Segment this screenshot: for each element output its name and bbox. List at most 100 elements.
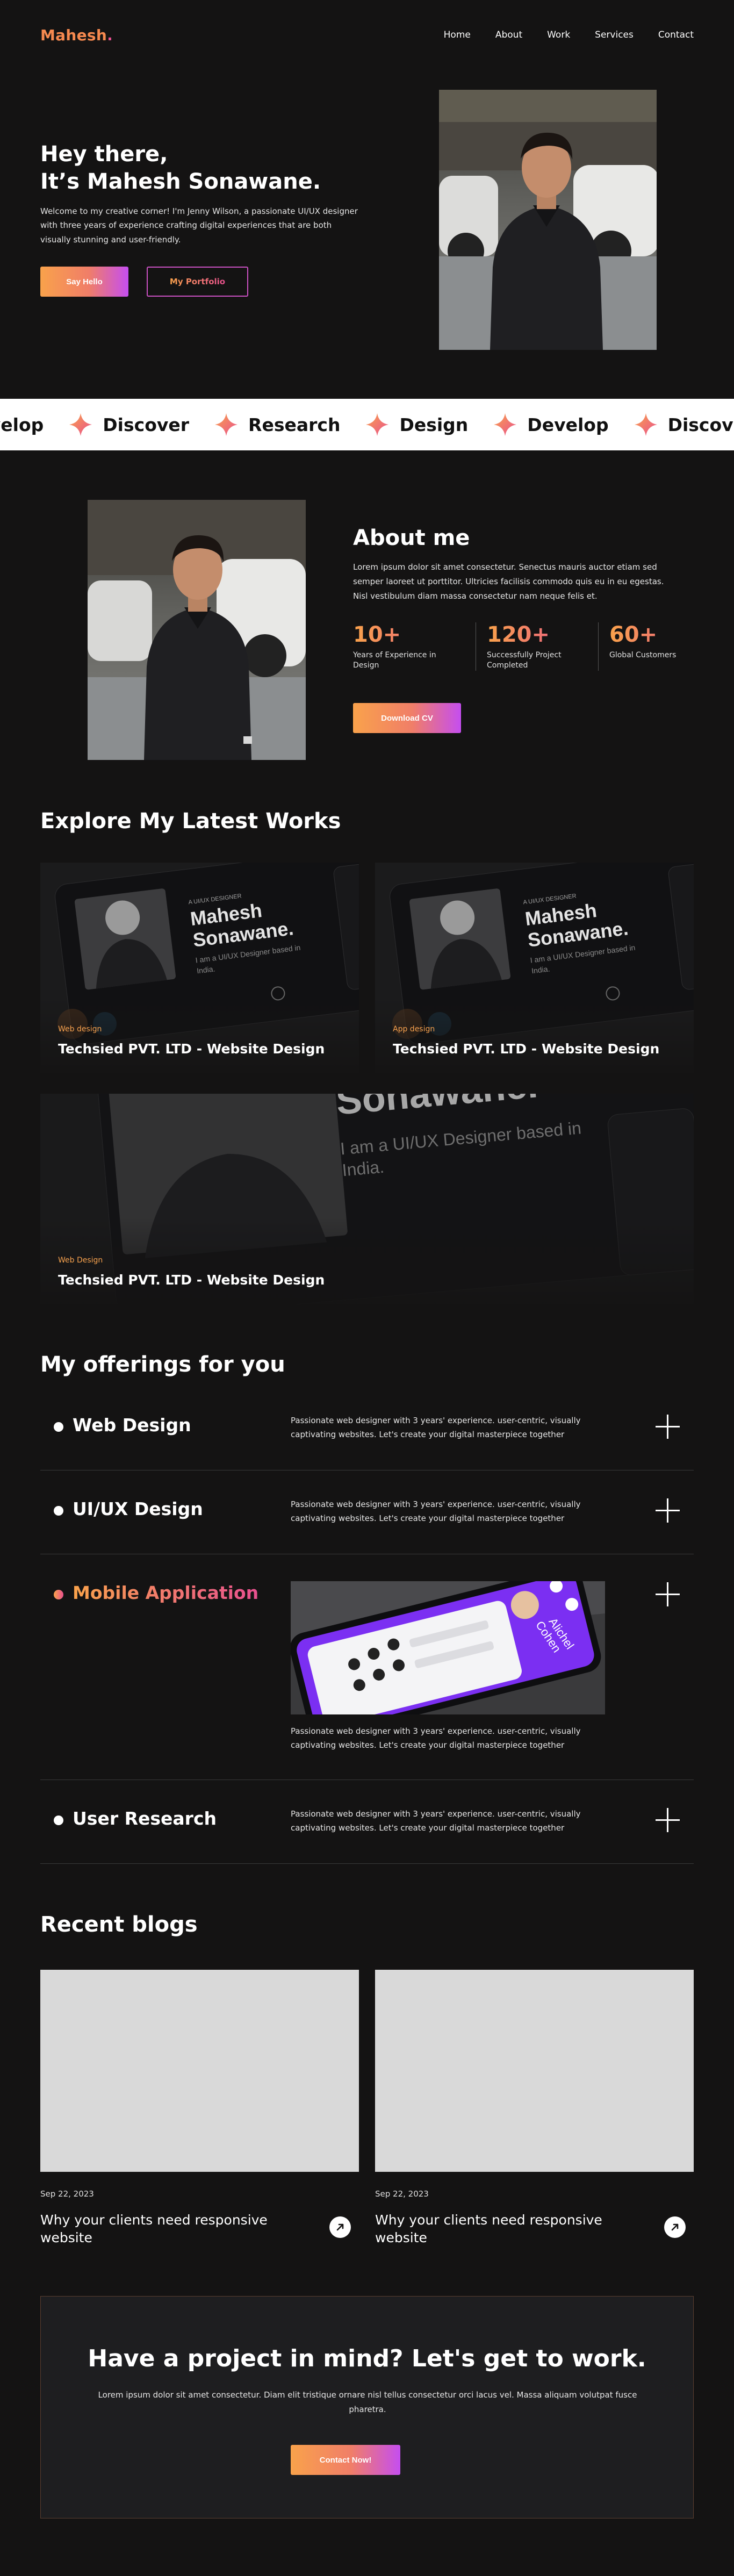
skills-marquee: Develop Discover Research Design Develop… (0, 399, 734, 450)
offering-row-mobile-application[interactable]: Mobile Application Alichel Cohen Passion… (40, 1554, 694, 1780)
arrow-up-right-glyph (336, 2223, 344, 2231)
work-tag: Web Design (58, 1256, 103, 1265)
arrow-up-right-icon[interactable] (329, 2216, 351, 2238)
logo-dot: . (107, 26, 113, 44)
offering-description: Passionate web designer with 3 years' ex… (291, 1499, 581, 1524)
phone-mockup: Alichel Cohen (291, 1581, 605, 1714)
work-title: Techsied PVT. LTD - Website Design (58, 1041, 325, 1057)
cta-heading: Have a project in mind? Let's get to wor… (88, 2345, 646, 2372)
stat-value: 60+ (609, 622, 710, 647)
stat-label: Years of Experience in Design (353, 651, 436, 670)
logo-text: Mahesh (40, 26, 107, 44)
stat-value: 10+ (353, 622, 465, 647)
stat-label: Global Customers (609, 651, 677, 659)
marquee-label: Design (399, 414, 469, 435)
nav-link-home[interactable]: Home (444, 30, 471, 40)
offering-description: Passionate web designer with 3 years' ex… (291, 1809, 581, 1833)
offering-row-uiux-design[interactable]: UI/UX Design Passionate web designer wit… (40, 1470, 694, 1554)
stat-value: 120+ (487, 622, 587, 647)
blog-date: Sep 22, 2023 (40, 2189, 94, 2199)
plus-icon[interactable] (656, 1808, 680, 1832)
contact-cta-panel: Have a project in mind? Let's get to wor… (40, 2296, 694, 2518)
offering-title: Web Design (73, 1415, 191, 1436)
marquee-item: Develop (493, 412, 609, 437)
offering-title: User Research (73, 1808, 217, 1829)
plus-icon[interactable] (656, 1498, 680, 1523)
mobile-app-preview-image: Alichel Cohen (291, 1581, 605, 1714)
bullet-dot (54, 1422, 63, 1432)
bullet-dot (54, 1816, 63, 1825)
nav-link-work[interactable]: Work (547, 30, 570, 40)
marquee-item: Develop (0, 414, 44, 435)
sparkle-star-icon (366, 413, 389, 436)
my-portfolio-label: My Portfolio (169, 277, 226, 286)
marquee-item: Research (214, 412, 340, 437)
logo[interactable]: Mahesh. (40, 26, 113, 44)
say-hello-button[interactable]: Say Hello (40, 267, 128, 297)
work-card[interactable]: A UI/UX DESIGNER Mahesh Sonawane. I am a… (40, 863, 359, 1073)
sparkle-star-icon (494, 413, 517, 436)
blog-thumbnail[interactable] (375, 1970, 694, 2172)
work-tag: Web design (58, 1025, 102, 1034)
stat-customers: 60+ Global Customers (598, 622, 721, 671)
nav-links: Home About Work Services Contact (444, 30, 694, 40)
top-nav: Mahesh. Home About Work Services Contact (40, 0, 694, 70)
marquee-label: Develop (0, 414, 44, 435)
my-portfolio-button[interactable]: My Portfolio (147, 267, 248, 297)
about-stats: 10+ Years of Experience in Design 120+ S… (353, 622, 721, 671)
marquee-item: Discover (634, 412, 734, 437)
stat-experience: 10+ Years of Experience in Design (353, 622, 476, 671)
marquee-label: Develop (527, 414, 609, 435)
offering-row-web-design[interactable]: Web Design Passionate web designer with … (40, 1387, 694, 1470)
blog-title[interactable]: Why your clients need responsive website (40, 2212, 277, 2247)
stat-label: Successfully Project Completed (487, 651, 562, 670)
hero-greeting: Hey there, (40, 142, 168, 167)
works-heading: Explore My Latest Works (40, 809, 341, 834)
marquee-track: Develop Discover Research Design Develop… (0, 399, 734, 450)
work-tag: App design (393, 1025, 435, 1034)
contact-now-button[interactable]: Contact Now! (291, 2445, 400, 2475)
offering-description: Passionate web designer with 3 years' ex… (291, 1416, 581, 1440)
nav-link-contact[interactable]: Contact (658, 30, 694, 40)
offering-description: Passionate web designer with 3 years' ex… (291, 1726, 581, 1750)
marquee-label: Discover (667, 414, 734, 435)
plus-icon[interactable] (656, 1582, 680, 1606)
hero-portrait-photo (439, 90, 657, 350)
download-cv-button[interactable]: Download CV (353, 703, 461, 733)
arrow-up-right-glyph (671, 2223, 679, 2231)
stat-projects: 120+ Successfully Project Completed (476, 622, 598, 671)
blog-thumbnail[interactable] (40, 1970, 359, 2172)
about-portrait-photo (88, 500, 306, 760)
offering-row-user-research[interactable]: User Research Passionate web designer wi… (40, 1780, 694, 1864)
cta-description: Lorem ipsum dolor sit amet consectetur. … (98, 2390, 637, 2414)
offering-title: Mobile Application (73, 1582, 259, 1603)
marquee-label: Discover (103, 414, 190, 435)
arrow-up-right-icon[interactable] (664, 2216, 686, 2238)
work-title: Techsied PVT. LTD - Website Design (58, 1272, 325, 1288)
blog-title[interactable]: Why your clients need responsive website (375, 2212, 611, 2247)
about-description: Lorem ipsum dolor sit amet consectetur. … (353, 562, 664, 601)
marquee-label: Research (248, 414, 341, 435)
nav-link-services[interactable]: Services (595, 30, 634, 40)
sparkle-star-icon (634, 413, 657, 436)
blogs-heading: Recent blogs (40, 1912, 198, 1937)
portrait-illustration (439, 90, 657, 350)
portfolio-page: Mahesh. Home About Work Services Contact… (0, 0, 734, 2576)
work-thumb-tagline-2: India. (341, 1157, 385, 1180)
bullet-dot-active (54, 1590, 63, 1599)
nav-link-about[interactable]: About (495, 30, 522, 40)
offering-title: UI/UX Design (73, 1498, 203, 1519)
offerings-heading: My offerings for you (40, 1352, 285, 1377)
about-heading: About me (353, 526, 470, 550)
hero-name: It’s Mahesh Sonawane. (40, 169, 321, 194)
marquee-item: Discover (68, 412, 189, 437)
work-card[interactable]: Sonawane. I am a UI/UX Designer based in… (40, 1094, 694, 1304)
plus-icon[interactable] (656, 1415, 680, 1439)
bullet-dot (54, 1506, 63, 1516)
hero-description: Welcome to my creative corner! I'm Jenny… (40, 206, 358, 245)
marquee-item: Design (365, 412, 468, 437)
work-title: Techsied PVT. LTD - Website Design (393, 1041, 660, 1057)
work-card[interactable]: A UI/UX DESIGNER Mahesh Sonawane. I am a… (375, 863, 694, 1073)
sparkle-star-icon (215, 413, 238, 436)
hero-heading: Hey there, It’s Mahesh Sonawane. (40, 141, 321, 196)
